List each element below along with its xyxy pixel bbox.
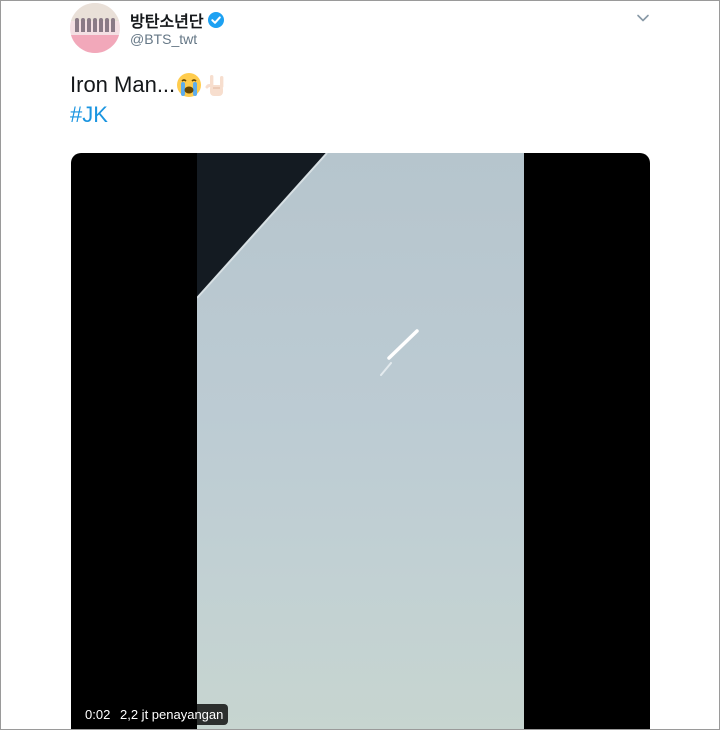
video-timestamp: 0:02 [80,704,116,725]
avatar[interactable] [70,3,120,53]
video-frame[interactable] [197,153,524,729]
hashtag-link[interactable]: #JK [70,100,108,130]
author-handle[interactable]: @BTS_twt [130,31,197,47]
author-name-row[interactable]: 방탄소년단 [130,8,224,32]
tweet-body: Iron Man... [70,72,176,97]
loudly-crying-face-icon [176,72,202,98]
video-view-count: 2,2 jt penayangan [115,704,229,725]
tweet-text: Iron Man... #JK [70,70,229,130]
chevron-down-icon[interactable] [635,10,651,26]
display-name[interactable]: 방탄소년단 [130,8,204,32]
verified-badge-icon [207,12,224,28]
video-player[interactable]: 0:02 2,2 jt penayangan [71,153,650,729]
tweet-card: 방탄소년단 @BTS_twt Iron Man... #JK 0:02 2,2 … [0,0,720,730]
sign-of-the-horns-icon [203,72,229,98]
